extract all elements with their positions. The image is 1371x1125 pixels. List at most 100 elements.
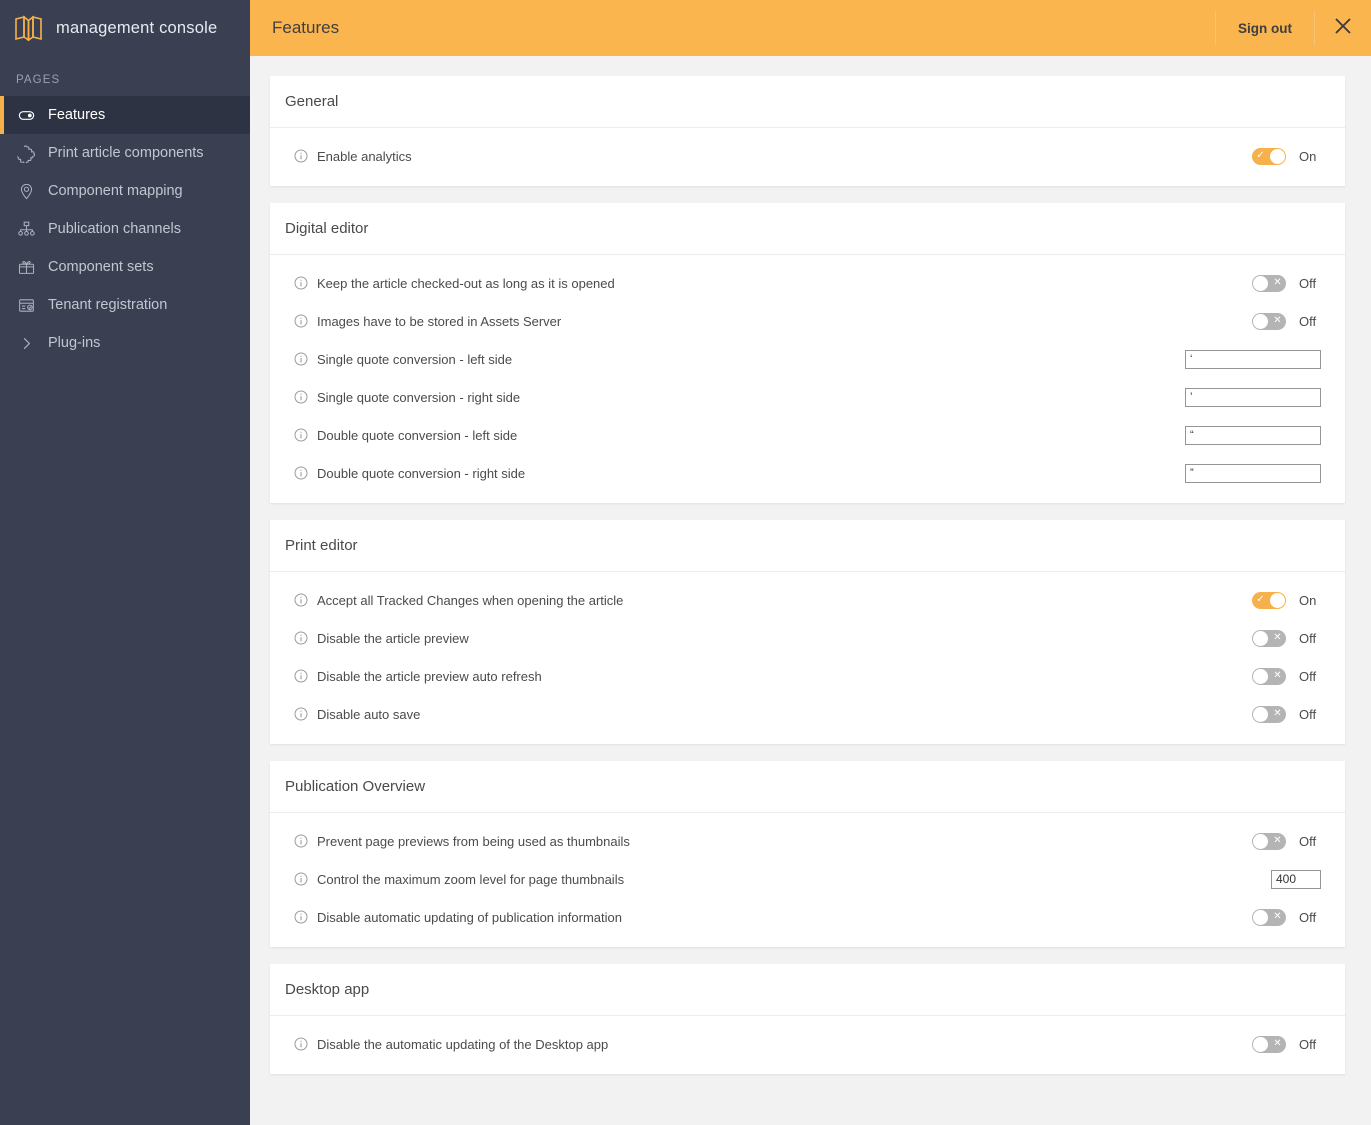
setting-label: Double quote conversion - right side — [317, 465, 526, 481]
info-icon[interactable] — [294, 276, 308, 290]
sidebar-item-component-mapping[interactable]: Component mapping — [0, 172, 250, 210]
settings-content: General Enable analytics ✓ On Digital editor… — [250, 56, 1371, 1125]
setting-control: ✕ Off — [1252, 629, 1321, 647]
setting-label: Disable automatic updating of publicatio… — [317, 909, 622, 925]
info-icon[interactable] — [294, 593, 308, 607]
toggle-knob — [1270, 148, 1285, 164]
toggle-switch-off[interactable]: ✕ — [1252, 629, 1286, 647]
toggle-knob — [1253, 909, 1268, 925]
topbar: Features Sign out — [250, 0, 1371, 56]
setting-row: Accept all Tracked Changes when opening … — [270, 581, 1345, 619]
toggle-switch-on[interactable]: ✓ — [1252, 591, 1286, 609]
info-icon[interactable] — [294, 390, 308, 404]
info-icon[interactable] — [294, 910, 308, 924]
toggle-state-label: Off — [1299, 630, 1317, 646]
setting-row: Enable analytics ✓ On — [270, 137, 1345, 175]
section-title: Digital editor — [270, 203, 1345, 255]
registration-icon — [16, 295, 36, 315]
info-icon[interactable] — [294, 872, 308, 886]
toggle-switch-off[interactable]: ✕ — [1252, 274, 1286, 292]
settings-card: General Enable analytics ✓ On — [270, 76, 1345, 186]
section-title: General — [270, 76, 1345, 128]
toggle-switch-on[interactable]: ✓ — [1252, 147, 1286, 165]
info-icon[interactable] — [294, 352, 308, 366]
sidebar-item-features[interactable]: Features — [0, 96, 250, 134]
setting-text-input[interactable] — [1185, 349, 1321, 369]
toggle-state-label: Off — [1299, 833, 1317, 849]
info-icon[interactable] — [294, 631, 308, 645]
toggle-switch-off[interactable]: ✕ — [1252, 705, 1286, 723]
setting-row: Double quote conversion - left side — [270, 416, 1345, 454]
toggle-state-label: On — [1299, 592, 1317, 608]
close-button[interactable] — [1315, 0, 1371, 56]
setting-control — [1185, 425, 1321, 445]
setting-row: Disable the article preview ✕ Off — [270, 619, 1345, 657]
setting-row: Images have to be stored in Assets Serve… — [270, 302, 1345, 340]
toggle-switch-off[interactable]: ✕ — [1252, 908, 1286, 926]
setting-row: Keep the article checked-out as long as … — [270, 264, 1345, 302]
setting-control: ✕ Off — [1252, 667, 1321, 685]
setting-row: Double quote conversion - right side — [270, 454, 1345, 492]
sidebar-item-print-article-components[interactable]: Print article components — [0, 134, 250, 172]
setting-label: Disable the article preview auto refresh — [317, 668, 542, 684]
toggle-knob — [1253, 833, 1268, 849]
sign-out-button[interactable]: Sign out — [1216, 21, 1314, 36]
setting-label-group: Keep the article checked-out as long as … — [294, 276, 615, 291]
toggle-state-label: Off — [1299, 706, 1317, 722]
settings-card: Desktop app Disable the automatic updatin… — [270, 964, 1345, 1074]
sidebar-item-tenant-registration[interactable]: Tenant registration — [0, 286, 250, 324]
toggle-switch-off[interactable]: ✕ — [1252, 1035, 1286, 1053]
setting-row: Prevent page previews from being used as… — [270, 822, 1345, 860]
sitemap-icon — [16, 219, 36, 239]
check-icon: ✓ — [1256, 150, 1265, 161]
setting-text-input[interactable] — [1271, 869, 1321, 889]
setting-label: Disable the article preview — [317, 630, 469, 646]
setting-text-input[interactable] — [1185, 425, 1321, 445]
setting-label: Single quote conversion - right side — [317, 389, 521, 405]
info-icon[interactable] — [294, 428, 308, 442]
box-icon — [16, 257, 36, 277]
setting-label-group: Disable the article preview auto refresh — [294, 669, 542, 684]
section-rows: Keep the article checked-out as long as … — [270, 255, 1345, 503]
setting-control: ✕ Off — [1252, 312, 1321, 330]
setting-label: Images have to be stored in Assets Serve… — [317, 313, 562, 329]
info-icon[interactable] — [294, 149, 308, 163]
setting-control: ✕ Off — [1252, 1035, 1321, 1053]
setting-text-input[interactable] — [1185, 387, 1321, 407]
check-icon: ✓ — [1256, 594, 1265, 605]
info-icon[interactable] — [294, 707, 308, 721]
setting-row: Disable the automatic updating of the De… — [270, 1025, 1345, 1063]
info-icon[interactable] — [294, 1037, 308, 1051]
setting-control — [1185, 463, 1321, 483]
cross-icon: ✕ — [1273, 632, 1282, 643]
sidebar-item-label: Component mapping — [48, 183, 183, 199]
info-icon[interactable] — [294, 834, 308, 848]
sidebar-item-label: Component sets — [48, 259, 154, 275]
info-icon[interactable] — [294, 466, 308, 480]
section-rows: Prevent page previews from being used as… — [270, 813, 1345, 947]
toggle-state-label: Off — [1299, 668, 1317, 684]
sidebar-item-label: Tenant registration — [48, 297, 168, 313]
setting-row: Control the maximum zoom level for page … — [270, 860, 1345, 898]
sidebar-item-component-sets[interactable]: Component sets — [0, 248, 250, 286]
sidebar-item-label: Features — [48, 107, 106, 123]
toggle-knob — [1253, 706, 1268, 722]
setting-control — [1271, 869, 1321, 889]
info-icon[interactable] — [294, 669, 308, 683]
toggle-switch-off[interactable]: ✕ — [1252, 667, 1286, 685]
setting-label-group: Disable the automatic updating of the De… — [294, 1037, 608, 1052]
toggle-knob — [1253, 630, 1268, 646]
toggle-switch-off[interactable]: ✕ — [1252, 312, 1286, 330]
setting-label-group: Double quote conversion - right side — [294, 466, 525, 481]
book-logo-icon — [14, 15, 44, 41]
setting-label-group: Single quote conversion - right side — [294, 390, 520, 405]
setting-control — [1185, 349, 1321, 369]
toggle-switch-off[interactable]: ✕ — [1252, 832, 1286, 850]
setting-row: Disable auto save ✕ Off — [270, 695, 1345, 733]
sidebar-item-plug-ins[interactable]: Plug-ins — [0, 324, 250, 362]
sidebar-item-publication-channels[interactable]: Publication channels — [0, 210, 250, 248]
info-icon[interactable] — [294, 314, 308, 328]
setting-text-input[interactable] — [1185, 463, 1321, 483]
setting-label: Double quote conversion - left side — [317, 427, 518, 443]
toggle-knob — [1253, 668, 1268, 684]
